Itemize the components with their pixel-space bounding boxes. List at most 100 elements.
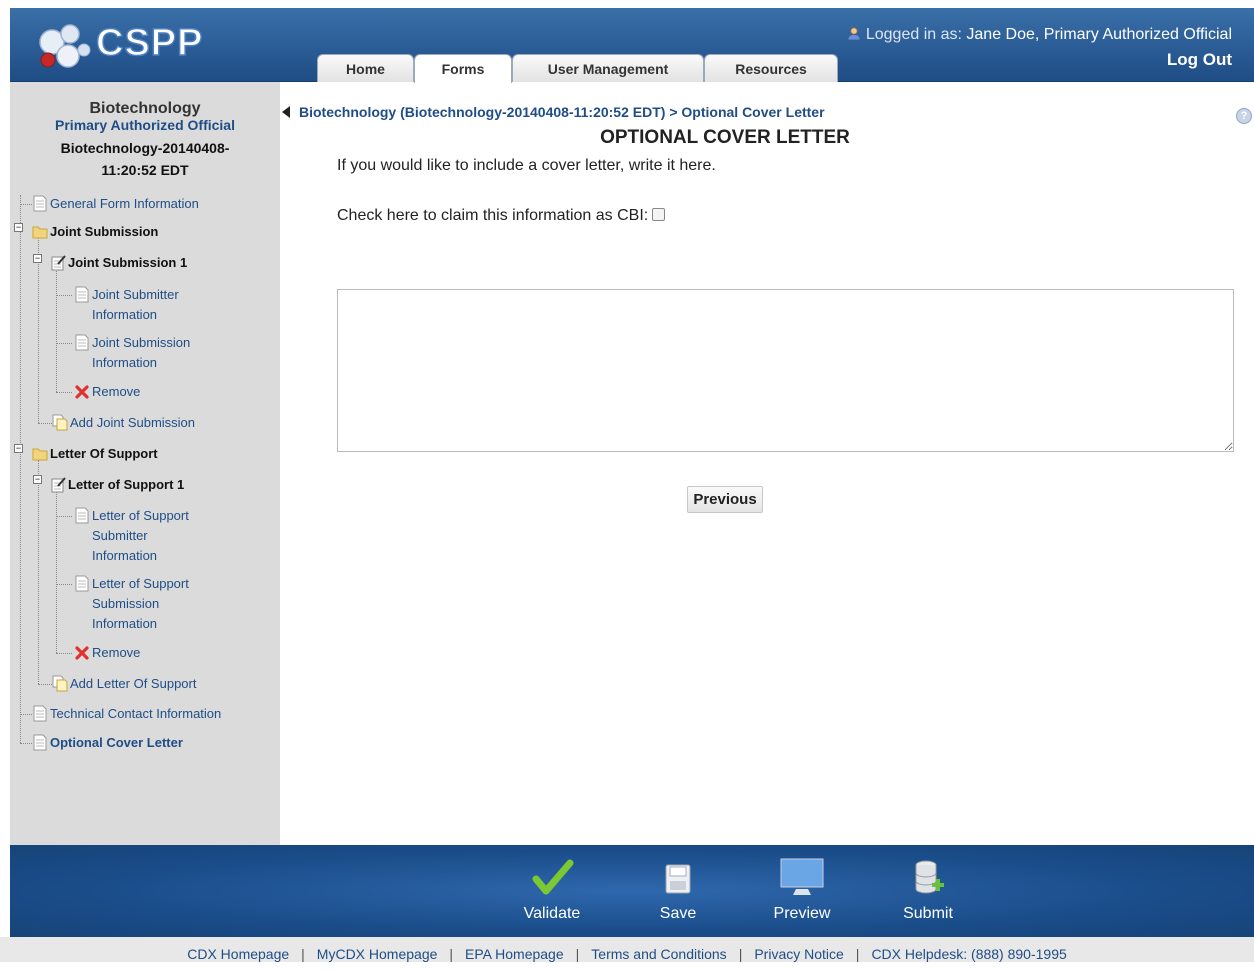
add-document-icon (52, 414, 68, 431)
tree-item-joint-submission-information[interactable]: Joint Submission Information (74, 333, 190, 373)
cbi-checkbox[interactable] (652, 208, 666, 221)
logout-link[interactable]: Log Out (1167, 50, 1232, 70)
logo-molecule-icon (39, 24, 91, 68)
tree-item-label: Letter of Support (92, 508, 189, 523)
validate-button[interactable]: Validate (510, 855, 594, 923)
tree-item-label: Optional Cover Letter (50, 735, 183, 750)
folder-icon (32, 448, 48, 461)
tree-item-label: Add Letter Of Support (70, 676, 197, 691)
tree-item-los-submitter-information[interactable]: Letter of Support Submitter Information (74, 506, 189, 566)
help-icon[interactable]: ? (1236, 108, 1252, 124)
edit-document-icon (51, 477, 66, 493)
link-separator: | (575, 946, 580, 962)
collapse-icon[interactable]: − (14, 223, 23, 232)
tree-item-technical-contact-information[interactable]: Technical Contact Information (32, 704, 221, 724)
save-button[interactable]: Save (636, 855, 720, 923)
tree-item-general-form-information[interactable]: General Form Information (32, 194, 199, 214)
tree-item-add-letter-of-support[interactable]: Add Letter Of Support (52, 674, 196, 694)
document-icon (75, 334, 89, 351)
tree-item-label: Add Joint Submission (70, 415, 196, 430)
cspp-logo[interactable]: CSPP (34, 20, 234, 72)
tree-item-label: Joint Submitter (92, 287, 179, 302)
tree-item-joint-submission[interactable]: Joint Submission (32, 222, 158, 242)
intro-text: If you would like to include a cover let… (337, 157, 716, 174)
tab-home[interactable]: Home (317, 54, 414, 82)
tree-item-label: Information (92, 616, 158, 631)
tree-item-label: Information (92, 548, 158, 563)
add-document-icon (52, 675, 68, 692)
sidebar-header: Biotechnology Primary Authorized Officia… (10, 82, 280, 181)
tree-item-label: Remove (92, 384, 141, 399)
submission-id-line2: 11:20:52 EDT (101, 162, 189, 178)
link-cdx-homepage[interactable]: CDX Homepage (187, 946, 289, 962)
page-title: OPTIONAL COVER LETTER (600, 127, 850, 148)
tree-item-label: Joint Submission (92, 335, 191, 350)
footer-links: CDX Homepage | MyCDX Homepage | EPA Homepage… (0, 937, 1254, 962)
document-icon (75, 575, 89, 592)
tree-item-remove-letter-of-support[interactable]: Remove (74, 643, 140, 663)
tree-item-label: Remove (92, 645, 141, 660)
link-mycdx-homepage[interactable]: MyCDX Homepage (317, 946, 438, 962)
tree-item-optional-cover-letter[interactable]: Optional Cover Letter (32, 733, 183, 753)
tree-item-label: Information (92, 307, 158, 322)
tree-item-label: Joint Submission (50, 224, 159, 239)
breadcrumb-separator: > (665, 104, 682, 120)
document-icon (75, 286, 89, 303)
tree-item-label: Letter Of Support (50, 446, 158, 461)
edit-document-icon (51, 255, 66, 271)
breadcrumb-link[interactable]: Biotechnology (Biotechnology-20140408-11… (299, 104, 665, 120)
link-cdx-helpdesk[interactable]: CDX Helpdesk: (888) 890-1995 (871, 946, 1066, 962)
app-header: CSPP Logged in as: Jane Doe, Primary Aut… (10, 8, 1254, 83)
link-separator: | (738, 946, 743, 962)
cover-letter-textarea[interactable] (337, 289, 1234, 452)
breadcrumb-current: Optional Cover Letter (681, 104, 825, 120)
document-icon (33, 734, 47, 751)
link-privacy-notice[interactable]: Privacy Notice (754, 946, 843, 962)
tree-item-los-submission-information[interactable]: Letter of Support Submission Information (74, 574, 189, 634)
tree-item-label: Letter of Support (92, 576, 189, 591)
tree-item-joint-submission-1[interactable]: Joint Submission 1 (50, 253, 187, 273)
document-icon (75, 507, 89, 524)
tree-item-remove-joint-submission[interactable]: Remove (74, 382, 140, 402)
document-icon (33, 705, 47, 722)
user-icon (848, 27, 861, 41)
tab-forms[interactable]: Forms (414, 54, 512, 83)
action-bar: Validate Save Preview Submit (10, 845, 1254, 937)
tab-user-management[interactable]: User Management (512, 54, 704, 82)
collapse-icon[interactable]: − (14, 444, 23, 453)
logged-in-user: Jane Doe, Primary Authorized Official (966, 26, 1232, 43)
cbi-label: Check here to claim this information as … (337, 207, 649, 224)
preview-button[interactable]: Preview (760, 855, 844, 923)
breadcrumb: Biotechnology (Biotechnology-20140408-11… (299, 104, 825, 120)
collapse-icon[interactable]: − (33, 475, 42, 484)
tree-item-label: Submission (92, 596, 160, 611)
tree-item-joint-submitter-information[interactable]: Joint Submitter Information (74, 285, 179, 325)
logo-text: CSPP (95, 21, 204, 65)
logged-in-status: Logged in as: Jane Doe, Primary Authoriz… (847, 26, 1232, 44)
tree-item-label: Letter of Support 1 (68, 477, 185, 492)
tree-item-label: Information (92, 355, 158, 370)
tree-item-letter-of-support-1[interactable]: Letter of Support 1 (50, 475, 184, 495)
collapse-icon[interactable]: − (33, 254, 42, 263)
link-epa-homepage[interactable]: EPA Homepage (465, 946, 564, 962)
tree-item-letter-of-support[interactable]: Letter Of Support (32, 444, 158, 464)
tree-item-label: Technical Contact Information (50, 706, 222, 721)
tree-item-label: Joint Submission 1 (68, 255, 188, 270)
main-content: Biotechnology (Biotechnology-20140408-11… (280, 82, 1254, 845)
folder-icon (32, 226, 48, 239)
save-icon (665, 864, 691, 894)
cbi-claim: Check here to claim this information as … (337, 207, 666, 225)
remove-x-icon (75, 385, 89, 399)
tree-item-label: General Form Information (50, 196, 199, 211)
sidebar-role: Primary Authorized Official (55, 117, 235, 133)
submit-label: Submit (903, 905, 953, 922)
tree-item-add-joint-submission[interactable]: Add Joint Submission (52, 413, 195, 433)
tree-item-label: Submitter (92, 528, 148, 543)
monitor-icon (780, 858, 824, 895)
save-label: Save (659, 905, 697, 922)
link-terms-and-conditions[interactable]: Terms and Conditions (591, 946, 726, 962)
tab-resources[interactable]: Resources (704, 54, 838, 82)
remove-x-icon (75, 646, 89, 660)
submit-button[interactable]: Submit (886, 855, 970, 923)
previous-button[interactable]: Previous (687, 486, 763, 513)
